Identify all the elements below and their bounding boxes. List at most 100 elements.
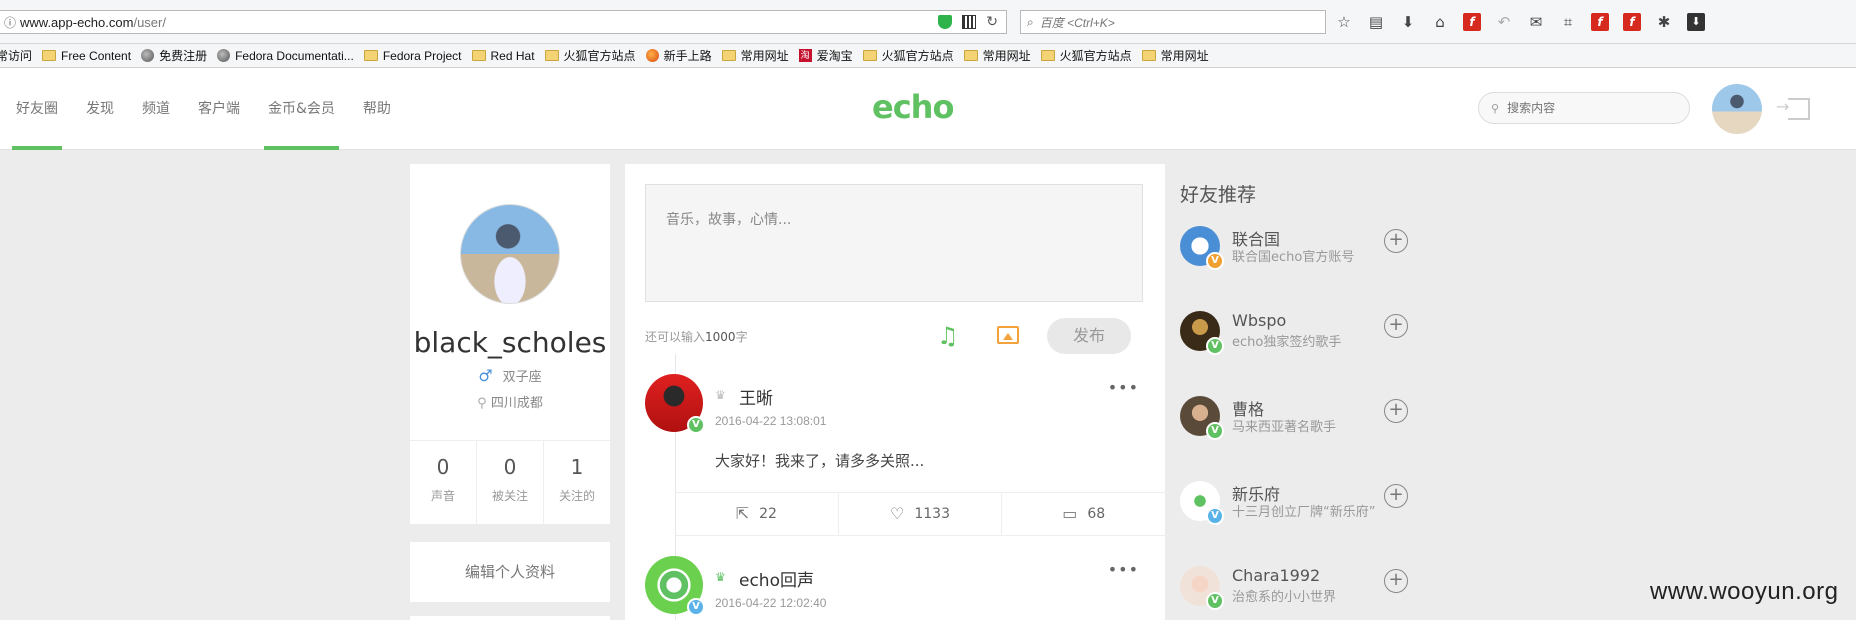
bookmark-item[interactable]: 免费注册	[141, 47, 207, 64]
reading-list-icon[interactable]: ▤	[1367, 13, 1385, 31]
male-icon: ♂	[478, 366, 493, 385]
follow-button[interactable]: +	[1384, 484, 1408, 508]
stat-label: 声音	[430, 489, 455, 503]
flash-icon[interactable]: f	[1463, 13, 1481, 31]
bookmark-item[interactable]: 火狐官方站点	[1040, 47, 1132, 64]
more-options-icon[interactable]: •••	[1108, 560, 1139, 579]
bookmark-label: 新手上路	[663, 49, 712, 63]
friend-suggestions-title: 好友推荐	[1180, 184, 1257, 206]
share-button[interactable]: ⇱ 22	[675, 493, 839, 535]
bookmark-item[interactable]: 新手上路	[645, 47, 712, 64]
flash-player-icon[interactable]: f	[1623, 13, 1641, 31]
publish-button[interactable]: 发布	[1047, 318, 1131, 354]
post-author[interactable]: 王晰	[739, 384, 773, 409]
bookmark-item[interactable]: 常用网址	[963, 47, 1031, 64]
stat-number: 0	[436, 455, 450, 479]
shield-icon[interactable]	[938, 15, 953, 29]
stat-sounds[interactable]: 0 声音	[410, 441, 477, 524]
verified-badge: V	[687, 416, 705, 434]
user-avatar[interactable]	[1712, 84, 1762, 134]
stat-following[interactable]: 1 关注的	[544, 441, 610, 524]
post-author[interactable]: echo回声	[739, 566, 814, 591]
site-search[interactable]: ⚲	[1478, 92, 1690, 124]
remain-number: 1000	[705, 330, 736, 344]
nav-help[interactable]: 帮助	[363, 68, 391, 150]
friend-name[interactable]: Chara1992	[1232, 566, 1320, 585]
firefox-icon	[645, 49, 659, 62]
download-icon[interactable]: ⬇	[1399, 13, 1417, 31]
post-actions: ⇱ 22 ♡ 1133 ▭ 68	[675, 492, 1165, 536]
follow-button[interactable]: +	[1384, 399, 1408, 423]
location-text: 四川成都	[490, 396, 543, 411]
bookmark-label: 常访问	[0, 49, 33, 63]
bookmark-item[interactable]: 火狐官方站点	[862, 47, 954, 64]
bookmark-item[interactable]: 常用网址	[1141, 47, 1209, 64]
like-button[interactable]: ♡ 1133	[839, 493, 1003, 535]
friend-name[interactable]: Wbspo	[1232, 311, 1286, 330]
info-icon[interactable]: ⓘ	[0, 14, 20, 31]
friend-desc: 十三月创立厂牌“新乐府”	[1232, 505, 1376, 520]
image-icon[interactable]	[997, 326, 1019, 344]
verified-badge: V	[1206, 337, 1224, 355]
follow-button[interactable]: +	[1384, 229, 1408, 253]
home-icon[interactable]: ⌂	[1431, 13, 1449, 31]
folder-icon	[963, 50, 978, 61]
next-card	[410, 616, 610, 620]
stat-followers[interactable]: 0 被关注	[477, 441, 544, 524]
reload-icon[interactable]: ↻	[986, 14, 998, 30]
feed-post: V ♛ echo回声 2016-04-22 12:02:40 •••	[625, 556, 1165, 620]
folder-icon	[363, 50, 378, 61]
browser-search-box[interactable]: ⌕ 百度 <Ctrl+K>	[1020, 10, 1326, 34]
crown-icon: ♛	[715, 388, 726, 402]
extension-icon[interactable]: ✱	[1655, 13, 1673, 31]
friend-item: V Chara1992 治愈系的小小世界 +	[1180, 566, 1420, 620]
bookmark-label: 火狐官方站点	[1059, 49, 1132, 63]
logout-icon[interactable]	[1776, 97, 1810, 120]
site-search-input[interactable]	[1507, 101, 1668, 115]
nav-channels[interactable]: 频道	[142, 68, 170, 150]
address-bar[interactable]: ⓘ www.app-echo.com/user/ ↻	[0, 10, 1007, 34]
post-time: 2016-04-22 13:08:01	[715, 414, 827, 428]
url-text[interactable]: www.app-echo.com/user/	[20, 15, 938, 30]
friend-name[interactable]: 新乐府	[1232, 481, 1280, 505]
edit-profile-button[interactable]: 编辑个人资料	[410, 542, 610, 602]
composer-input[interactable]: 音乐，故事，心情...	[645, 184, 1143, 302]
pdf-icon[interactable]: f	[1591, 13, 1609, 31]
comment-button[interactable]: ▭ 68	[1002, 493, 1165, 535]
verified-badge: V	[687, 598, 705, 616]
bookmark-star-icon[interactable]: ☆	[1335, 13, 1353, 31]
bookmark-label: Red Hat	[490, 48, 535, 63]
bookmark-item[interactable]: 淘爱淘宝	[798, 47, 853, 64]
friend-desc: 马来西亚著名歌手	[1232, 420, 1337, 435]
bookmark-item[interactable]: Free Content	[42, 49, 131, 63]
friend-name[interactable]: 联合国	[1232, 226, 1280, 250]
bookmark-item[interactable]: 火狐官方站点	[544, 47, 636, 64]
music-note-icon[interactable]: ♫	[937, 322, 959, 350]
profile-location: ⚲ 四川成都	[410, 392, 610, 411]
nav-friends[interactable]: 好友圈	[12, 68, 62, 150]
bookmark-item[interactable]: Red Hat	[471, 48, 535, 63]
bookmark-item[interactable]: 常用网址	[721, 47, 789, 64]
follow-button[interactable]: +	[1384, 569, 1408, 593]
profile-avatar[interactable]	[460, 204, 560, 304]
nav-coins-vip[interactable]: 金币&会员	[264, 68, 339, 150]
menu-download-icon[interactable]: ⬇	[1687, 13, 1705, 31]
undo-icon[interactable]: ↶	[1495, 13, 1513, 31]
bookmark-label: Free Content	[61, 48, 132, 63]
follow-button[interactable]: +	[1384, 314, 1408, 338]
crop-icon[interactable]: ⌗	[1559, 13, 1577, 31]
stat-label: 被关注	[491, 489, 528, 503]
nav-client[interactable]: 客户端	[198, 68, 240, 150]
site-logo[interactable]: echo	[872, 88, 954, 126]
friend-name[interactable]: 曹格	[1232, 396, 1264, 420]
bookmark-item[interactable]: Fedora Project	[363, 48, 462, 63]
chat-icon[interactable]: ✉	[1527, 13, 1545, 31]
qr-code-icon[interactable]	[962, 15, 977, 29]
bookmark-item[interactable]: 常访问	[0, 47, 32, 64]
bookmark-label: Fedora Project	[382, 48, 462, 63]
bookmark-item[interactable]: Fedora Documentati...	[217, 49, 354, 63]
friend-item: V 曹格 马来西亚著名歌手 +	[1180, 396, 1420, 466]
more-options-icon[interactable]: •••	[1108, 378, 1139, 397]
folder-icon	[721, 50, 736, 61]
nav-discover[interactable]: 发现	[86, 68, 114, 150]
